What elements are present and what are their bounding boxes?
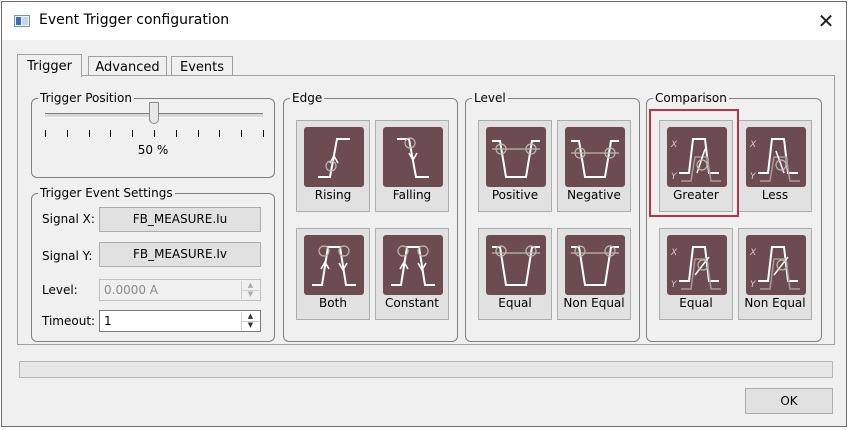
level-label: Level: — [42, 283, 78, 297]
timeout-down-arrow-icon[interactable]: ▼ — [242, 321, 259, 330]
signal-y-label: Signal Y: — [42, 249, 93, 263]
less-comparison-icon: XY — [746, 127, 806, 187]
comparison-non-equal-button[interactable]: XY Non Equal — [738, 228, 812, 320]
slider-tick — [45, 130, 46, 137]
level-spinbox[interactable]: 0.0000 A ▲ ▼ — [99, 279, 261, 301]
tab-trigger-label: Trigger — [27, 59, 72, 74]
slider-tick — [176, 130, 177, 137]
timeout-spinbox[interactable]: 1 ▲ ▼ — [99, 310, 261, 332]
edge-title: Edge — [290, 90, 325, 106]
trigger-position-title: Trigger Position — [38, 90, 134, 106]
ok-button[interactable]: OK — [745, 388, 833, 414]
signal-x-label: Signal X: — [42, 212, 95, 226]
level-group: Level Positive Negative Equal Non Equal — [465, 90, 640, 342]
tab-trigger[interactable]: Trigger — [17, 54, 82, 77]
signal-y-button[interactable]: FB_MEASURE.Iv — [99, 242, 261, 267]
slider-tick — [132, 130, 133, 137]
comparison-equal-label: Equal — [679, 296, 713, 310]
level-value: 0.0000 A — [104, 283, 159, 297]
axis-y-letter: Y — [750, 172, 757, 182]
level-non-equal-label: Non Equal — [563, 296, 625, 310]
axis-x-letter: X — [749, 140, 757, 150]
trigger-event-settings-title: Trigger Event Settings — [38, 185, 175, 201]
edge-falling-label: Falling — [392, 188, 432, 202]
tab-advanced-label: Advanced — [95, 60, 160, 75]
edge-both-label: Both — [319, 296, 347, 310]
edge-group: Edge Rising Falling Both Constant — [283, 90, 458, 342]
non-equal-comparison-icon: XY — [746, 235, 806, 295]
tab-events[interactable]: Events — [171, 56, 233, 76]
trigger-position-group: Trigger Position 50 % — [31, 90, 275, 178]
axis-y-letter: Y — [750, 280, 757, 290]
axis-y-letter: Y — [671, 280, 678, 290]
constant-edge-icon — [383, 235, 443, 295]
level-positive-label: Positive — [491, 188, 539, 202]
level-equal-label: Equal — [498, 296, 532, 310]
comparison-selection-highlight — [649, 109, 739, 217]
level-positive-button[interactable]: Positive — [478, 120, 552, 212]
level-title: Level — [472, 90, 508, 106]
timeout-value: 1 — [104, 314, 112, 328]
slider-tick — [198, 130, 199, 137]
edge-falling-button[interactable]: Falling — [375, 120, 449, 212]
non-equal-level-icon — [565, 235, 625, 295]
level-negative-button[interactable]: Negative — [557, 120, 631, 212]
level-down-arrow-icon[interactable]: ▼ — [242, 290, 259, 299]
timeout-label: Timeout: — [42, 314, 96, 328]
tab-events-label: Events — [179, 60, 224, 75]
edge-rising-button[interactable]: Rising — [296, 120, 370, 212]
axis-x-letter: X — [670, 248, 678, 258]
level-negative-label: Negative — [567, 188, 621, 202]
edge-both-button[interactable]: Both — [296, 228, 370, 320]
edge-rising-label: Rising — [314, 188, 352, 202]
slider-tick — [263, 130, 264, 137]
rising-edge-icon — [304, 127, 364, 187]
window-app-icon — [14, 15, 30, 27]
timeout-spin-arrows: ▲ ▼ — [241, 312, 259, 330]
slider-tick — [241, 130, 242, 137]
comparison-equal-button[interactable]: XY Equal — [659, 228, 733, 320]
comparison-title: Comparison — [653, 90, 729, 106]
slider-tick — [89, 130, 90, 137]
slider-tick — [219, 130, 220, 137]
signal-x-button[interactable]: FB_MEASURE.Iu — [99, 207, 261, 232]
comparison-less-label: Less — [761, 188, 789, 202]
both-edges-icon — [304, 235, 364, 295]
window-title: Event Trigger configuration — [39, 12, 230, 28]
comparison-less-button[interactable]: XY Less — [738, 120, 812, 212]
negative-level-icon — [565, 127, 625, 187]
status-bar — [19, 361, 833, 378]
trigger-position-slider-thumb[interactable] — [149, 102, 159, 124]
level-spin-arrows: ▲ ▼ — [241, 281, 259, 299]
trigger-position-value: 50 % — [137, 143, 169, 157]
tab-advanced[interactable]: Advanced — [88, 56, 167, 76]
equal-comparison-icon: XY — [667, 235, 727, 295]
edge-constant-label: Constant — [385, 296, 439, 310]
slider-tick — [154, 130, 155, 137]
axis-x-letter: X — [749, 248, 757, 258]
slider-tick — [67, 130, 68, 137]
trigger-event-settings-group: Trigger Event Settings Signal X: FB_MEAS… — [31, 185, 275, 342]
positive-level-icon — [486, 127, 546, 187]
slider-tick — [110, 130, 111, 137]
level-equal-button[interactable]: Equal — [478, 228, 552, 320]
equal-level-icon — [486, 235, 546, 295]
falling-edge-icon — [383, 127, 443, 187]
level-non-equal-button[interactable]: Non Equal — [557, 228, 631, 320]
edge-constant-button[interactable]: Constant — [375, 228, 449, 320]
close-icon[interactable]: ✕ — [812, 8, 840, 34]
title-bar: Event Trigger configuration ✕ — [2, 2, 846, 40]
comparison-non-equal-label: Non Equal — [744, 296, 806, 310]
event-trigger-dialog: Event Trigger configuration ✕ Trigger Ad… — [1, 1, 847, 427]
